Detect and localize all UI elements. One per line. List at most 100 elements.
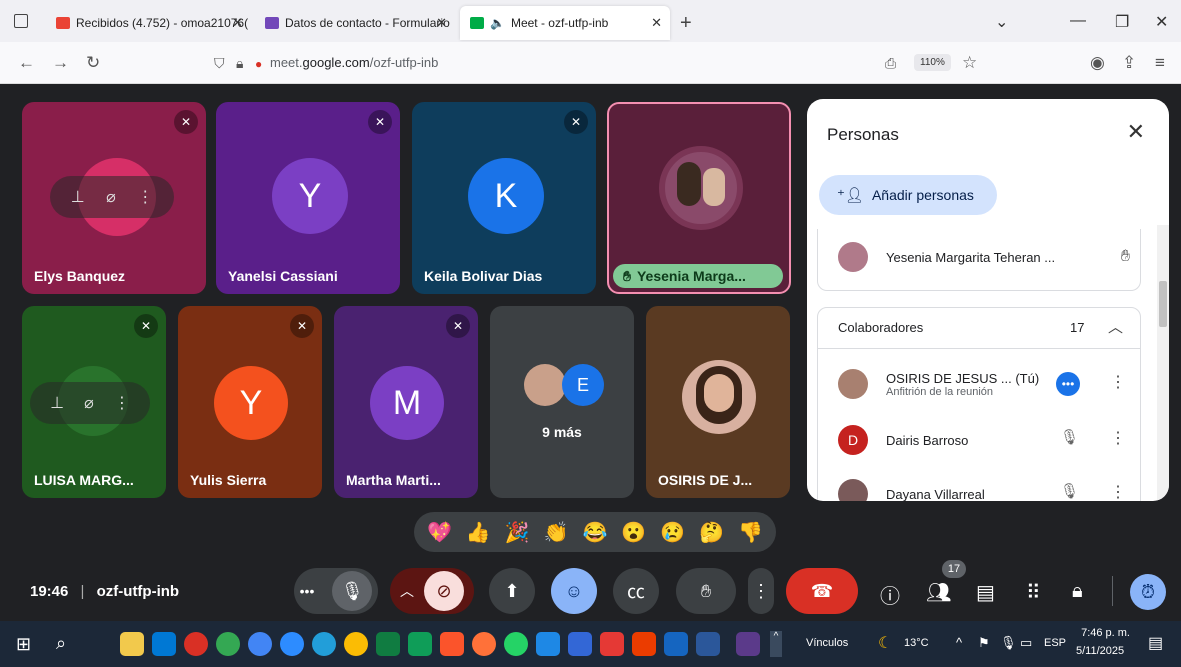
reaction-thumbs-up[interactable]: 👍 — [466, 520, 491, 545]
camera-off-button[interactable]: ⊘ — [424, 571, 464, 611]
participant-tile[interactable]: K ✕ Keila Bolivar Dias — [412, 102, 596, 294]
emoji-button[interactable]: ☺ — [551, 568, 597, 614]
shield-icon[interactable]: ⛉ — [214, 55, 225, 72]
store-icon[interactable] — [152, 632, 176, 656]
reload-icon[interactable]: ↻ — [86, 53, 100, 73]
close-icon[interactable]: ✕ — [1127, 119, 1145, 145]
app-icon[interactable] — [664, 632, 688, 656]
participant-tile[interactable]: ⊥ ⌀ ⋮ ✕ LUISA MARG... — [22, 306, 166, 498]
activities-icon[interactable]: ⠿ — [1026, 580, 1041, 605]
share-icon[interactable]: ⇪ — [1122, 53, 1136, 73]
save-page-icon[interactable]: ⎙ — [885, 55, 896, 72]
mcafee-icon[interactable] — [600, 632, 624, 656]
forward-icon[interactable]: → — [52, 53, 69, 73]
list-item[interactable]: D Dairis Barroso 🎙︎ ⋮ — [838, 420, 1138, 460]
office-icon[interactable] — [632, 632, 656, 656]
more-icon[interactable]: ⋮ — [114, 393, 130, 413]
lock-icon[interactable]: 🔒︎ — [236, 55, 243, 72]
participant-tile[interactable]: OSIRIS DE J... — [646, 306, 790, 498]
mic-button[interactable]: 🎙︎ — [332, 571, 373, 611]
close-window-button[interactable]: ✕ — [1155, 12, 1168, 32]
participant-tile[interactable]: M ✕ Martha Marti... — [334, 306, 478, 498]
speaker-icon[interactable]: 🔈 — [490, 16, 505, 30]
more-options-icon[interactable]: ••• — [1056, 372, 1080, 396]
tab-forms[interactable]: Datos de contacto - Formulario ✕ — [255, 6, 455, 40]
whatsapp-icon[interactable] — [504, 632, 528, 656]
bookmark-star-icon[interactable]: ☆ — [962, 53, 977, 73]
word-icon[interactable] — [696, 632, 720, 656]
close-tab-icon[interactable]: ✕ — [232, 15, 243, 31]
reaction-sad[interactable]: 😢 — [660, 520, 685, 545]
kebab-icon[interactable]: ⋮ — [1110, 482, 1126, 501]
language-indicator[interactable]: ESP — [1044, 637, 1066, 649]
chevron-up-icon[interactable]: ︿ — [1108, 316, 1123, 337]
mute-icon[interactable]: ⌀ — [106, 187, 116, 207]
mic-options-icon[interactable]: ••• — [300, 583, 315, 599]
close-tab-icon[interactable]: ✕ — [436, 15, 447, 31]
back-icon[interactable]: ← — [18, 53, 35, 73]
app-icon[interactable] — [408, 632, 432, 656]
excel-icon[interactable] — [376, 632, 400, 656]
tab-meet[interactable]: 🔈 Meet - ozf-utfp-inb ✕ — [460, 6, 670, 40]
firefox-icon[interactable] — [472, 632, 496, 656]
network-icon[interactable]: ⚑ — [978, 635, 990, 651]
more-participants-tile[interactable]: E 9 más — [490, 306, 634, 498]
clock-date[interactable]: 5/11/2025 — [1076, 645, 1124, 657]
mic-tray-icon[interactable]: 🎙︎ — [1000, 635, 1017, 651]
host-controls-icon[interactable]: 🔒︎ — [1072, 580, 1083, 603]
present-button[interactable]: ⬆ — [489, 568, 535, 614]
search-icon[interactable]: ⌕ — [56, 633, 66, 654]
participant-tile[interactable]: ⊥ ⌀ ⋮ ✕ Elys Banquez — [22, 102, 206, 294]
scrollbar[interactable] — [1157, 225, 1169, 501]
notifications-icon[interactable]: ▤ — [1148, 633, 1163, 653]
leave-call-button[interactable]: ☎︎ — [786, 568, 858, 614]
clock-time[interactable]: 7:46 p. m. — [1080, 627, 1130, 639]
reaction-surprised[interactable]: 😮 — [621, 520, 646, 545]
mute-icon[interactable]: ⌀ — [84, 393, 94, 413]
chat-icon[interactable]: ▤ — [976, 580, 995, 605]
overflow-icon[interactable]: ^ — [770, 631, 782, 657]
reaction-heart[interactable]: 💖 — [427, 520, 452, 545]
people-icon[interactable]: 👥︎ — [926, 580, 951, 605]
temperature[interactable]: 13°C — [904, 637, 929, 649]
app-icon[interactable] — [216, 632, 240, 656]
raise-hand-button[interactable]: ✋︎ — [676, 568, 736, 614]
app-icon[interactable] — [736, 632, 760, 656]
captions-button[interactable]: ㏄ — [613, 568, 659, 614]
opera-icon[interactable] — [184, 632, 208, 656]
mic-permission-icon[interactable]: ● — [255, 57, 262, 71]
edge-icon[interactable] — [248, 632, 272, 656]
zoom-app-icon[interactable] — [280, 632, 304, 656]
kebab-icon[interactable]: ⋮ — [1110, 428, 1126, 448]
minimize-button[interactable]: — — [1070, 12, 1086, 30]
brave-icon[interactable] — [440, 632, 464, 656]
hand-icon[interactable]: ✋︎ — [1121, 248, 1130, 266]
file-explorer-icon[interactable] — [120, 632, 144, 656]
zoom-level[interactable]: 110% — [914, 54, 951, 71]
reaction-laugh[interactable]: 😂 — [582, 520, 607, 545]
list-item[interactable]: OSIRIS DE JESUS ... (Tú) Anfitrión de la… — [838, 364, 1138, 404]
tab-gmail[interactable]: Recibidos (4.752) - omoa21076( ✕ — [46, 6, 251, 40]
tray-chevron-icon[interactable]: ^ — [956, 635, 962, 650]
links-toolbar[interactable]: Vínculos — [806, 637, 848, 649]
scrollbar-thumb[interactable] — [1159, 281, 1167, 327]
reaction-party[interactable]: 🎉 — [505, 520, 530, 545]
menu-icon[interactable]: ≡ — [1155, 53, 1165, 73]
list-item[interactable]: Dayana Villarreal 🎙︎ ⋮ — [838, 474, 1138, 501]
pin-icon[interactable]: ⊥ — [50, 393, 64, 413]
info-icon[interactable]: ⓘ — [880, 580, 900, 609]
app-icon[interactable] — [536, 632, 560, 656]
new-tab-button[interactable]: + — [680, 12, 692, 35]
more-icon[interactable]: ⋮ — [137, 187, 153, 207]
tab-list-icon[interactable] — [14, 14, 28, 28]
reaction-thumbs-down[interactable]: 👎 — [738, 520, 763, 545]
kebab-icon[interactable]: ⋮ — [1110, 372, 1126, 392]
participant-tile[interactable]: Y ✕ Yulis Sierra — [178, 306, 322, 498]
url-field[interactable]: meet.google.com/ozf-utfp-inb — [270, 55, 438, 70]
restore-button[interactable]: ❐ — [1115, 12, 1129, 32]
add-people-button[interactable]: ⁺👤︎ Añadir personas — [819, 175, 997, 215]
chevron-down-icon[interactable]: ⌄ — [995, 12, 1008, 32]
camera-options-icon[interactable]: ︿ — [400, 581, 414, 601]
pin-icon[interactable]: ⊥ — [71, 187, 85, 207]
telegram-icon[interactable] — [312, 632, 336, 656]
